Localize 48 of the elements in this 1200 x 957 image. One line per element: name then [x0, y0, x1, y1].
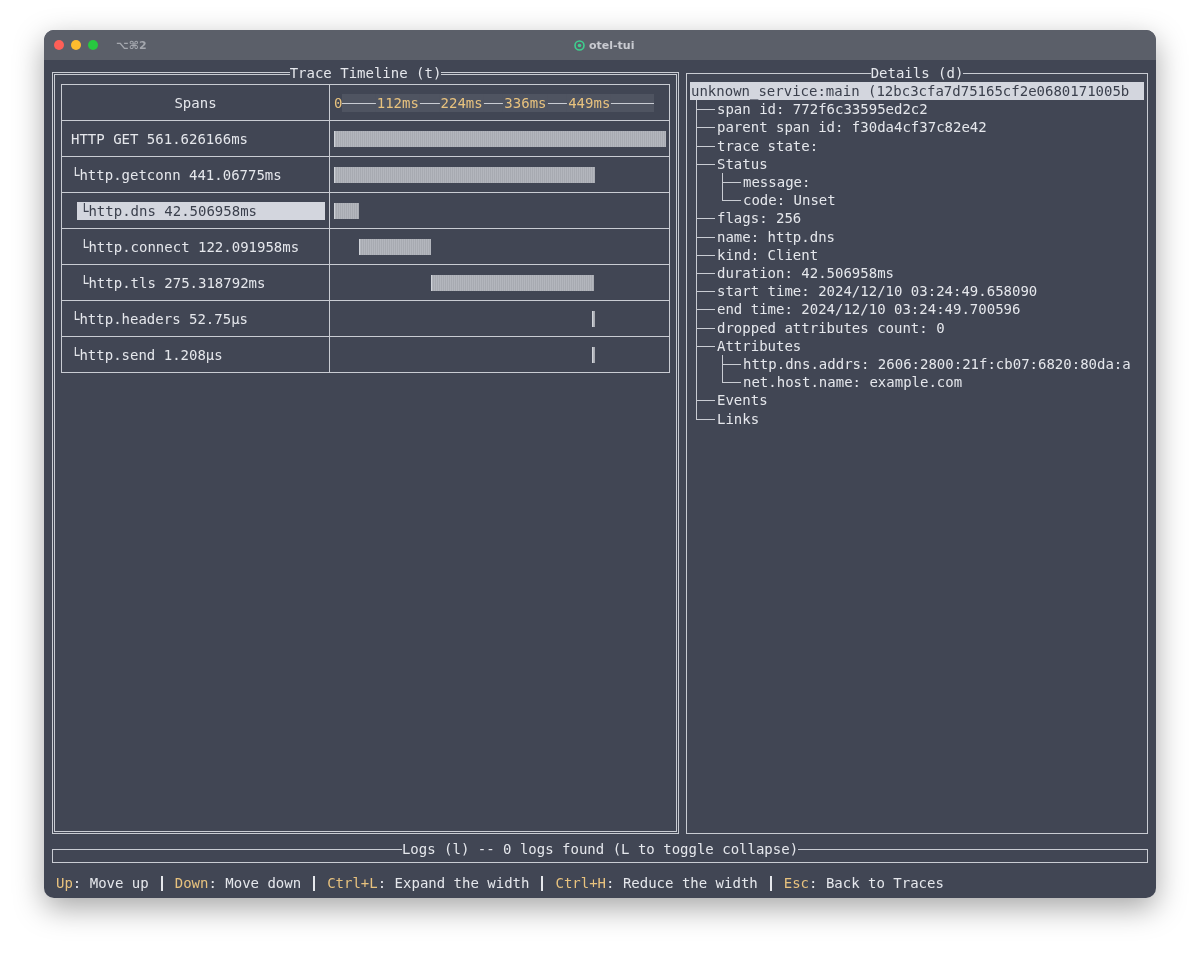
tree-item[interactable]: net.host.name: example.com [742, 373, 964, 392]
span-bar [334, 202, 360, 219]
tree-item[interactable]: Links [716, 409, 761, 428]
tree-item[interactable]: flags: 256 [716, 209, 803, 228]
span-label[interactable]: └http.headers 52.75µs [68, 309, 325, 328]
panel-title: Trace Timeline (t) [289, 66, 442, 80]
shortcut-key: Ctrl+L [327, 875, 378, 891]
span-label[interactable]: └http.send 1.208µs [68, 345, 325, 364]
tree-item[interactable]: Events [716, 391, 769, 410]
close-button[interactable] [54, 40, 64, 50]
shortcut-action: : Expand the width [377, 875, 530, 891]
tree-item[interactable]: http.dns.addrs: 2606:2800:21f:cb07:6820:80da:a [742, 355, 1132, 374]
tree-item[interactable]: Status [716, 154, 769, 173]
tree-item[interactable]: duration: 42.506958ms [716, 264, 895, 283]
tree-item[interactable]: kind: Client [716, 245, 820, 265]
tree-item[interactable]: dropped attributes count: 0 [716, 318, 946, 337]
tree-item[interactable]: start time: 2024/12/10 03:24:49.658090 [716, 282, 1039, 301]
tree-item[interactable]: code: Unset [742, 191, 837, 210]
span-bar [591, 346, 595, 363]
span-label[interactable]: HTTP GET 561.626166ms [68, 129, 325, 148]
shortcut-key: Down [174, 875, 209, 891]
shortcut-key: Ctrl+H [555, 875, 607, 891]
tree-item[interactable]: end time: 2024/12/10 03:24:49.700596 [716, 300, 1022, 319]
tree-item[interactable]: parent span id: f30da4cf37c82e42 [716, 118, 988, 137]
shortcut-action: : Move down [208, 875, 302, 891]
window-title: otel-tui [589, 38, 635, 52]
span-label[interactable]: └http.getconn 441.06775ms [68, 165, 325, 184]
shortcut-key: Up [56, 875, 73, 891]
tree-item[interactable]: message: [742, 173, 812, 192]
tree-item[interactable]: unknown_service:main (12bc3cfa7d75165cf2e0680171005b [690, 82, 1144, 101]
column-header: Spans [62, 85, 330, 120]
shortcut-action: : Reduce the width [606, 875, 758, 891]
shortcut-action: : Move up [72, 875, 149, 891]
span-bar [591, 310, 595, 327]
shortcut-action: : Back to Traces [809, 875, 944, 891]
tree-item[interactable]: Attributes [716, 336, 803, 356]
span-label[interactable]: └http.connect 122.091958ms [77, 237, 325, 256]
tree-item[interactable]: trace state: [716, 136, 820, 155]
span-label[interactable]: └http.dns 42.506958ms [77, 201, 325, 220]
tab-shortcut: ⌥⌘2 [116, 38, 147, 52]
span-label[interactable]: └http.tls 275.318792ms [77, 273, 325, 292]
target-icon [574, 39, 585, 51]
minimize-button[interactable] [71, 40, 81, 50]
panel-title: Details (d) [870, 66, 964, 80]
maximize-button[interactable] [88, 40, 98, 50]
tree-item[interactable]: span id: 772f6c33595ed2c2 [716, 100, 929, 119]
shortcut-key: Esc [783, 875, 810, 891]
tree-item[interactable]: name: http.dns [716, 227, 836, 246]
